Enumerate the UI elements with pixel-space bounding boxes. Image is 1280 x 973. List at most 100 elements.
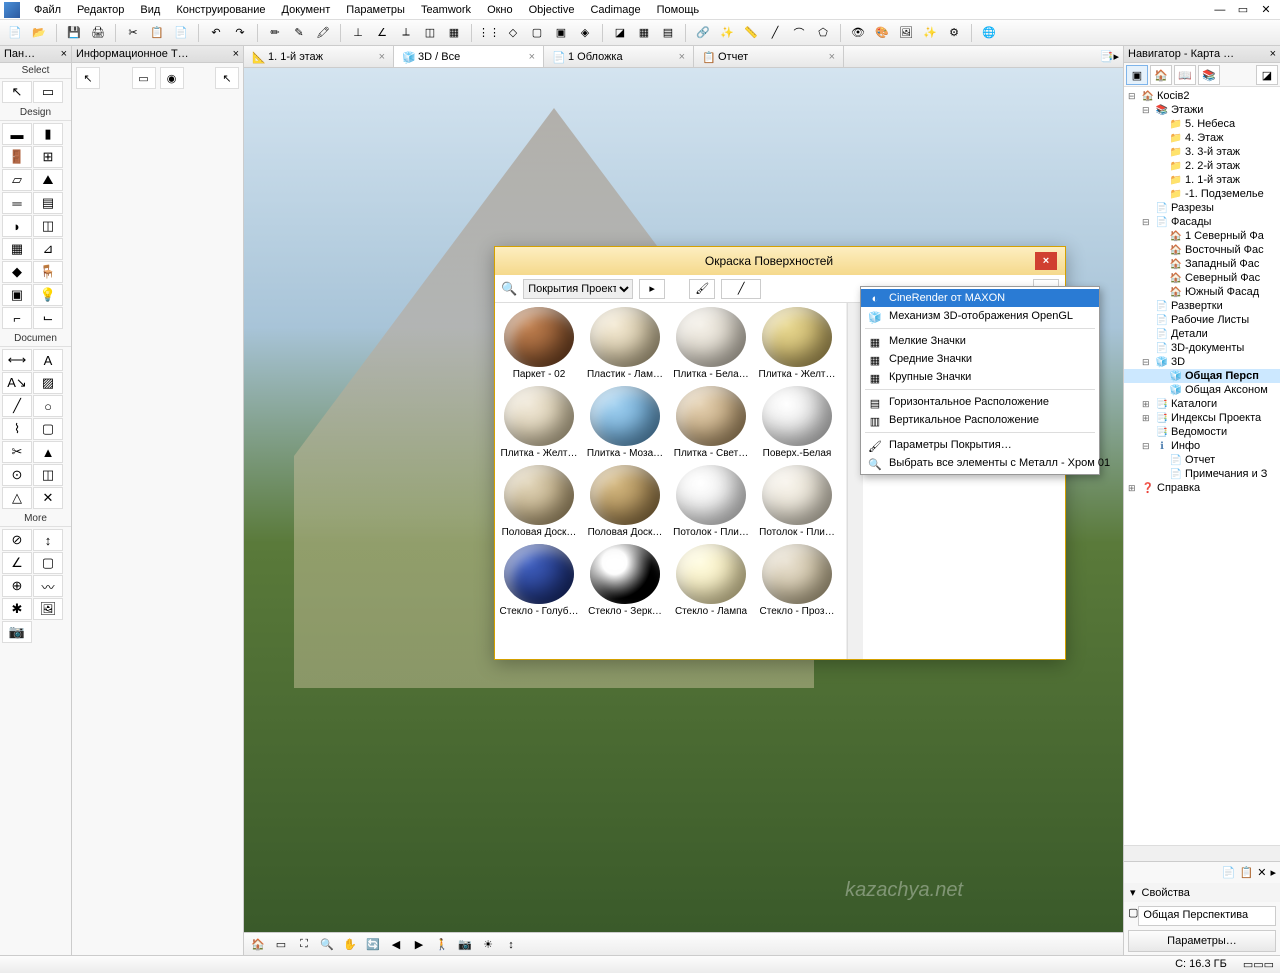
text-tool[interactable]: A — [33, 349, 63, 371]
end-tool[interactable]: ⌙ — [33, 307, 63, 329]
material-grid[interactable]: Паркет - 02Пластик - Лам…Плитка - Бела…П… — [495, 303, 847, 659]
poly-tool-button[interactable]: ⬠ — [812, 22, 834, 44]
filter-more-button[interactable]: ▸ — [639, 279, 665, 299]
menu-параметры[interactable]: Параметры — [338, 2, 413, 18]
menu-конструирование[interactable]: Конструирование — [168, 2, 273, 18]
tabs-overflow-button[interactable]: 📑▸ — [1100, 50, 1119, 63]
context-menu-item[interactable]: ▥Вертикальное Расположение — [861, 411, 1099, 429]
lamp-tool[interactable]: 💡 — [33, 284, 63, 306]
close-button[interactable]: ✕ — [1256, 3, 1276, 16]
tab-close-icon[interactable]: × — [529, 51, 535, 63]
context-menu-item[interactable]: ▦Крупные Значки — [861, 368, 1099, 386]
vb-orbit-button[interactable]: 🔄 — [363, 936, 383, 954]
tree-node[interactable]: ⊞📑Индексы Проекта — [1124, 411, 1280, 425]
tab-close-icon[interactable]: × — [829, 51, 835, 63]
level-dim-tool[interactable]: ↕ — [33, 529, 63, 551]
tree-node[interactable]: 📄Примечания и З — [1124, 467, 1280, 481]
info-btn-1[interactable]: ↖ — [76, 67, 100, 89]
view-3-button[interactable]: 🖼 — [895, 22, 917, 44]
object-tool[interactable]: 🪑 — [33, 261, 63, 283]
tree-node[interactable]: 📄Разрезы — [1124, 201, 1280, 215]
compare-button[interactable]: ▤ — [657, 22, 679, 44]
tree-node[interactable]: 🏠Восточный Фас — [1124, 243, 1280, 257]
info-btn-4[interactable]: ↖ — [215, 67, 239, 89]
tree-node[interactable]: ⊟📚Этажи — [1124, 103, 1280, 117]
vb-walk-button[interactable]: 🚶 — [432, 936, 452, 954]
material-cell[interactable]: Потолок - Пли… — [757, 465, 837, 538]
edit-button[interactable]: ✎ — [288, 22, 310, 44]
nav-del-button[interactable]: ✕ — [1257, 866, 1266, 879]
material-cell[interactable]: Плитка - Моза… — [585, 386, 665, 459]
link-button[interactable]: 🔗 — [692, 22, 714, 44]
dimension-tool[interactable]: ⟷ — [2, 349, 32, 371]
material-cell[interactable]: Плитка - Желт… — [499, 386, 579, 459]
material-cell[interactable]: Стекло - Голуб… — [499, 544, 579, 617]
section-tool[interactable]: ✂ — [2, 441, 32, 463]
measure-button[interactable]: 📏 — [740, 22, 762, 44]
nav-more-button[interactable]: ▸ — [1270, 866, 1276, 879]
context-menu-item[interactable]: 🖌Параметры Покрытия… — [861, 436, 1099, 454]
tree-node[interactable]: 📁2. 2-й этаж — [1124, 159, 1280, 173]
marker-button[interactable]: ✏ — [264, 22, 286, 44]
tree-expander-icon[interactable]: ⊟ — [1128, 91, 1139, 102]
nav-hscroll[interactable] — [1124, 845, 1280, 861]
menu-помощь[interactable]: Помощь — [649, 2, 708, 18]
snap-3-button[interactable]: ⟂ — [395, 22, 417, 44]
hotspot-tool[interactable]: ✕ — [33, 487, 63, 509]
shape-button[interactable]: ◈ — [574, 22, 596, 44]
tab-report[interactable]: 📋Отчет× — [694, 46, 844, 67]
navigator-close-icon[interactable]: × — [1270, 48, 1276, 60]
tab-close-icon[interactable]: × — [679, 51, 685, 63]
arrow-tool[interactable]: ↖ — [2, 81, 32, 103]
toolbox-close-icon[interactable]: × — [61, 48, 67, 60]
minimize-button[interactable]: — — [1210, 4, 1230, 16]
material-cell[interactable]: Плитка - Бела… — [671, 307, 751, 380]
material-cell[interactable]: Стекло - Проз… — [757, 544, 837, 617]
marquee-tool[interactable]: ▭ — [33, 81, 63, 103]
tree-expander-icon[interactable]: ⊞ — [1128, 483, 1139, 494]
hotspot2-tool[interactable]: ✱ — [2, 598, 32, 620]
globe-button[interactable]: 🌐 — [978, 22, 1000, 44]
nav-popup-button[interactable]: ◪ — [1256, 65, 1278, 85]
nav-props-value-field[interactable]: Общая Перспектива — [1138, 906, 1276, 926]
cube-button[interactable]: ▣ — [550, 22, 572, 44]
tree-node[interactable]: ⊟📄Фасады — [1124, 215, 1280, 229]
tree-node[interactable]: 📄Развертки — [1124, 299, 1280, 313]
tab-close-icon[interactable]: × — [379, 51, 385, 63]
trace-button[interactable]: ◪ — [609, 22, 631, 44]
tree-node[interactable]: 🏠1 Северный Фа — [1124, 229, 1280, 243]
nav-clone-button[interactable]: 📋 — [1240, 866, 1254, 879]
line-tool-button[interactable]: ╱ — [764, 22, 786, 44]
info-close-icon[interactable]: × — [233, 48, 239, 60]
snap-2-button[interactable]: ∠ — [371, 22, 393, 44]
menu-файл[interactable]: Файл — [26, 2, 69, 18]
info-btn-2[interactable]: ▭ — [132, 67, 156, 89]
detail-tool[interactable]: ⊙ — [2, 464, 32, 486]
vb-camera-button[interactable]: 📷 — [455, 936, 475, 954]
material-cell[interactable]: Плитка - Желт… — [757, 307, 837, 380]
tree-expander-icon[interactable]: ⊞ — [1142, 413, 1153, 424]
tree-node[interactable]: 📁-1. Подземелье — [1124, 187, 1280, 201]
grid-button[interactable]: ⋮⋮ — [478, 22, 500, 44]
morph-tool[interactable]: ◆ — [2, 261, 32, 283]
context-menu-item[interactable]: ◐CineRender от MAXON — [861, 289, 1099, 307]
material-cell[interactable]: Половая Доск… — [585, 465, 665, 538]
elevation-tool[interactable]: ▲ — [33, 441, 63, 463]
tree-node[interactable]: 📄3D-документы — [1124, 341, 1280, 355]
material-cell[interactable]: Поверх.-Белая — [757, 386, 837, 459]
menu-вид[interactable]: Вид — [132, 2, 168, 18]
info-btn-3[interactable]: ◉ — [160, 67, 184, 89]
tree-node[interactable]: 📁5. Небеса — [1124, 117, 1280, 131]
menu-окно[interactable]: Окно — [479, 2, 521, 18]
undo-button[interactable]: ↶ — [205, 22, 227, 44]
beam-tool[interactable]: ═ — [2, 192, 32, 214]
vb-pan-button[interactable]: ✋ — [340, 936, 360, 954]
menu-редактор[interactable]: Редактор — [69, 2, 132, 18]
material-filter-select[interactable]: Покрытия Проекта — [523, 279, 633, 299]
tree-node[interactable]: 🧊Общая Персп — [1124, 369, 1280, 383]
tree-node[interactable]: 🧊Общая Аксоном — [1124, 383, 1280, 397]
nav-params-button[interactable]: Параметры… — [1128, 930, 1276, 952]
nav-props-icon-button[interactable]: ▢ — [1128, 906, 1138, 926]
redo-button[interactable]: ↷ — [229, 22, 251, 44]
camera-tool[interactable]: 📷 — [2, 621, 32, 643]
